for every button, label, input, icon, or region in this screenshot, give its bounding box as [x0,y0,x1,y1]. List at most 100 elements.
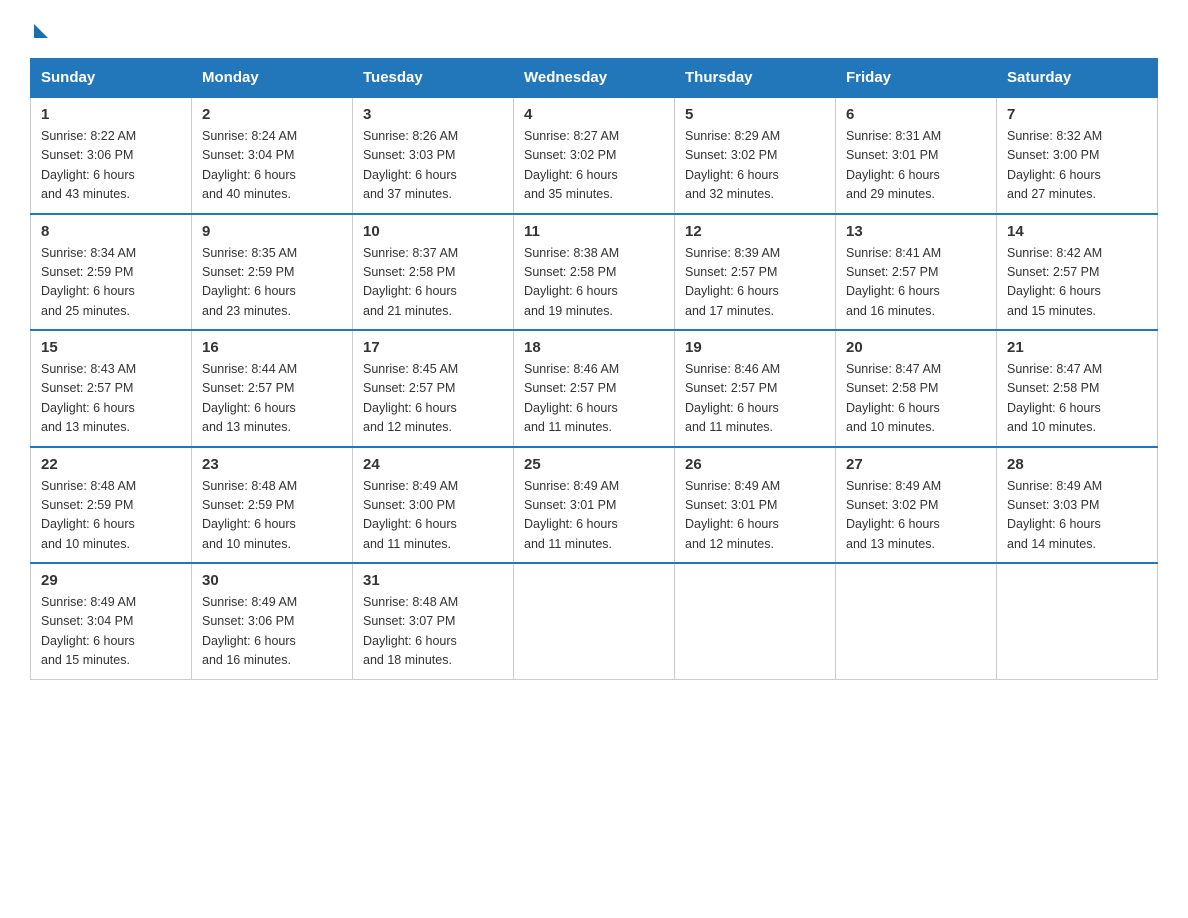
day-number: 4 [524,106,664,123]
day-info-text: Sunrise: 8:31 AM Sunset: 3:01 PM Dayligh… [846,127,986,205]
day-info-text: Sunrise: 8:26 AM Sunset: 3:03 PM Dayligh… [363,127,503,205]
day-info-text: Sunrise: 8:32 AM Sunset: 3:00 PM Dayligh… [1007,127,1147,205]
day-info-text: Sunrise: 8:49 AM Sunset: 3:01 PM Dayligh… [524,477,664,555]
calendar-week-row: 8 Sunrise: 8:34 AM Sunset: 2:59 PM Daylig… [31,214,1158,331]
day-info-text: Sunrise: 8:35 AM Sunset: 2:59 PM Dayligh… [202,244,342,322]
calendar-day-cell: 25Sunrise: 8:49 AM Sunset: 3:01 PM Dayli… [514,447,675,564]
weekday-header-tuesday: Tuesday [353,59,514,98]
calendar-day-cell: 14 Sunrise: 8:42 AM Sunset: 2:57 PM Dayli… [997,214,1158,331]
calendar-day-cell: 28 Sunrise: 8:49 AM Sunset: 3:03 PM Dayli… [997,447,1158,564]
day-number: 24 [363,456,503,473]
day-info-text: Sunrise: 8:49 AM Sunset: 3:01 PM Dayligh… [685,477,825,555]
day-info-text: Sunrise: 8:27 AM Sunset: 3:02 PM Dayligh… [524,127,664,205]
calendar-day-cell: 27 Sunrise: 8:49 AM Sunset: 3:02 PM Dayli… [836,447,997,564]
calendar-day-cell: 15 Sunrise: 8:43 AM Sunset: 2:57 PM Dayli… [31,330,192,447]
calendar-empty-cell [836,563,997,679]
weekday-header-row: SundayMondayTuesdayWednesdayThursdayFrid… [31,59,1158,98]
day-info-text: Sunrise: 8:37 AM Sunset: 2:58 PM Dayligh… [363,244,503,322]
calendar-day-cell: 5Sunrise: 8:29 AM Sunset: 3:02 PM Daylig… [675,97,836,214]
calendar-day-cell: 12 Sunrise: 8:39 AM Sunset: 2:57 PM Dayli… [675,214,836,331]
day-info-text: Sunrise: 8:48 AM Sunset: 2:59 PM Dayligh… [41,477,181,555]
day-number: 8 [41,223,181,240]
calendar-day-cell: 19Sunrise: 8:46 AM Sunset: 2:57 PM Dayli… [675,330,836,447]
calendar-day-cell: 13 Sunrise: 8:41 AM Sunset: 2:57 PM Dayli… [836,214,997,331]
calendar-day-cell: 7Sunrise: 8:32 AM Sunset: 3:00 PM Daylig… [997,97,1158,214]
day-info-text: Sunrise: 8:38 AM Sunset: 2:58 PM Dayligh… [524,244,664,322]
calendar-day-cell: 26 Sunrise: 8:49 AM Sunset: 3:01 PM Dayli… [675,447,836,564]
day-number: 9 [202,223,342,240]
day-info-text: Sunrise: 8:44 AM Sunset: 2:57 PM Dayligh… [202,360,342,438]
calendar-day-cell: 10 Sunrise: 8:37 AM Sunset: 2:58 PM Dayli… [353,214,514,331]
calendar-day-cell: 4 Sunrise: 8:27 AM Sunset: 3:02 PM Daylig… [514,97,675,214]
day-number: 20 [846,339,986,356]
calendar-day-cell: 30 Sunrise: 8:49 AM Sunset: 3:06 PM Dayli… [192,563,353,679]
calendar-empty-cell [675,563,836,679]
day-number: 23 [202,456,342,473]
day-number: 22 [41,456,181,473]
weekday-header-wednesday: Wednesday [514,59,675,98]
calendar-day-cell: 11 Sunrise: 8:38 AM Sunset: 2:58 PM Dayli… [514,214,675,331]
calendar-day-cell: 1 Sunrise: 8:22 AM Sunset: 3:06 PM Daylig… [31,97,192,214]
day-info-text: Sunrise: 8:45 AM Sunset: 2:57 PM Dayligh… [363,360,503,438]
calendar-day-cell: 16 Sunrise: 8:44 AM Sunset: 2:57 PM Dayli… [192,330,353,447]
calendar-day-cell: 23 Sunrise: 8:48 AM Sunset: 2:59 PM Dayli… [192,447,353,564]
day-number: 10 [363,223,503,240]
day-info-text: Sunrise: 8:34 AM Sunset: 2:59 PM Dayligh… [41,244,181,322]
day-number: 5 [685,106,825,123]
day-info-text: Sunrise: 8:49 AM Sunset: 3:02 PM Dayligh… [846,477,986,555]
day-info-text: Sunrise: 8:43 AM Sunset: 2:57 PM Dayligh… [41,360,181,438]
calendar-day-cell: 20 Sunrise: 8:47 AM Sunset: 2:58 PM Dayli… [836,330,997,447]
calendar-day-cell: 3Sunrise: 8:26 AM Sunset: 3:03 PM Daylig… [353,97,514,214]
calendar-day-cell: 22 Sunrise: 8:48 AM Sunset: 2:59 PM Dayli… [31,447,192,564]
day-info-text: Sunrise: 8:47 AM Sunset: 2:58 PM Dayligh… [1007,360,1147,438]
logo-arrow-icon [34,24,48,38]
weekday-header-sunday: Sunday [31,59,192,98]
day-number: 15 [41,339,181,356]
day-number: 19 [685,339,825,356]
day-info-text: Sunrise: 8:39 AM Sunset: 2:57 PM Dayligh… [685,244,825,322]
calendar-table: SundayMondayTuesdayWednesdayThursdayFrid… [30,58,1158,680]
weekday-header-friday: Friday [836,59,997,98]
day-number: 29 [41,572,181,589]
calendar-day-cell: 2Sunrise: 8:24 AM Sunset: 3:04 PM Daylig… [192,97,353,214]
day-number: 28 [1007,456,1147,473]
day-info-text: Sunrise: 8:49 AM Sunset: 3:04 PM Dayligh… [41,593,181,671]
day-number: 26 [685,456,825,473]
calendar-day-cell: 24Sunrise: 8:49 AM Sunset: 3:00 PM Dayli… [353,447,514,564]
day-info-text: Sunrise: 8:47 AM Sunset: 2:58 PM Dayligh… [846,360,986,438]
day-info-text: Sunrise: 8:48 AM Sunset: 3:07 PM Dayligh… [363,593,503,671]
calendar-day-cell: 29 Sunrise: 8:49 AM Sunset: 3:04 PM Dayli… [31,563,192,679]
day-number: 1 [41,106,181,123]
day-number: 11 [524,223,664,240]
day-number: 18 [524,339,664,356]
day-info-text: Sunrise: 8:49 AM Sunset: 3:06 PM Dayligh… [202,593,342,671]
day-info-text: Sunrise: 8:46 AM Sunset: 2:57 PM Dayligh… [524,360,664,438]
day-number: 30 [202,572,342,589]
calendar-empty-cell [997,563,1158,679]
calendar-day-cell: 9 Sunrise: 8:35 AM Sunset: 2:59 PM Daylig… [192,214,353,331]
day-number: 27 [846,456,986,473]
calendar-day-cell: 31 Sunrise: 8:48 AM Sunset: 3:07 PM Dayli… [353,563,514,679]
day-number: 6 [846,106,986,123]
day-info-text: Sunrise: 8:41 AM Sunset: 2:57 PM Dayligh… [846,244,986,322]
weekday-header-saturday: Saturday [997,59,1158,98]
calendar-day-cell: 8 Sunrise: 8:34 AM Sunset: 2:59 PM Daylig… [31,214,192,331]
day-number: 2 [202,106,342,123]
day-number: 13 [846,223,986,240]
calendar-day-cell: 18 Sunrise: 8:46 AM Sunset: 2:57 PM Dayli… [514,330,675,447]
logo [30,20,48,38]
day-number: 12 [685,223,825,240]
day-number: 31 [363,572,503,589]
day-info-text: Sunrise: 8:49 AM Sunset: 3:03 PM Dayligh… [1007,477,1147,555]
weekday-header-thursday: Thursday [675,59,836,98]
day-info-text: Sunrise: 8:22 AM Sunset: 3:06 PM Dayligh… [41,127,181,205]
calendar-empty-cell [514,563,675,679]
day-number: 16 [202,339,342,356]
day-number: 14 [1007,223,1147,240]
weekday-header-monday: Monday [192,59,353,98]
day-number: 17 [363,339,503,356]
calendar-day-cell: 21 Sunrise: 8:47 AM Sunset: 2:58 PM Dayli… [997,330,1158,447]
day-info-text: Sunrise: 8:48 AM Sunset: 2:59 PM Dayligh… [202,477,342,555]
day-info-text: Sunrise: 8:42 AM Sunset: 2:57 PM Dayligh… [1007,244,1147,322]
day-number: 21 [1007,339,1147,356]
